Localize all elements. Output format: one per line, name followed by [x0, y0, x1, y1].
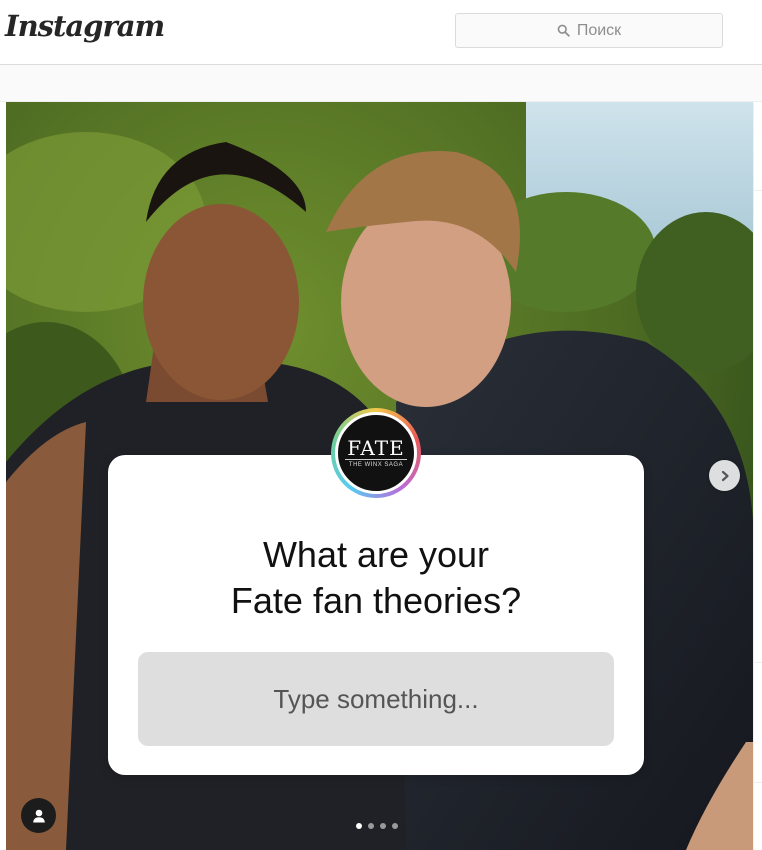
user-icon [31, 808, 47, 824]
slide-dot[interactable] [368, 823, 374, 829]
search-icon [557, 24, 570, 37]
chevron-right-icon [719, 470, 731, 482]
next-story-button[interactable] [709, 460, 740, 491]
profile-button[interactable] [21, 798, 56, 833]
slide-indicator [356, 823, 398, 829]
fate-logo: FATE THE WINX SAGA [335, 412, 417, 494]
question-text: What are your Fate fan theories? [108, 532, 644, 624]
story-viewer[interactable]: What are your Fate fan theories? Type so… [6, 102, 753, 850]
instagram-logo[interactable]: Instagram [5, 9, 165, 43]
divider [754, 662, 762, 663]
divider [754, 782, 762, 783]
question-sticker-card: What are your Fate fan theories? Type so… [108, 455, 644, 775]
next-post-preview[interactable] [753, 102, 762, 850]
answer-input[interactable]: Type something... [138, 652, 614, 746]
search-placeholder: Поиск [576, 21, 622, 39]
question-line: What are your [262, 534, 490, 575]
search-input[interactable]: Поиск [455, 13, 723, 48]
fate-logo-subtext: THE WINX SAGA [348, 462, 404, 468]
divider [754, 190, 762, 191]
slide-dot[interactable] [380, 823, 386, 829]
question-line: Fate fan theories? [230, 580, 522, 621]
subheader-bar [0, 65, 762, 102]
sticker-avatar: FATE THE WINX SAGA [331, 408, 421, 498]
fate-logo-text: FATE [345, 436, 407, 460]
slide-dot[interactable] [392, 823, 398, 829]
top-navigation: Instagram Поиск [0, 0, 762, 65]
slide-dot-active[interactable] [356, 823, 362, 829]
